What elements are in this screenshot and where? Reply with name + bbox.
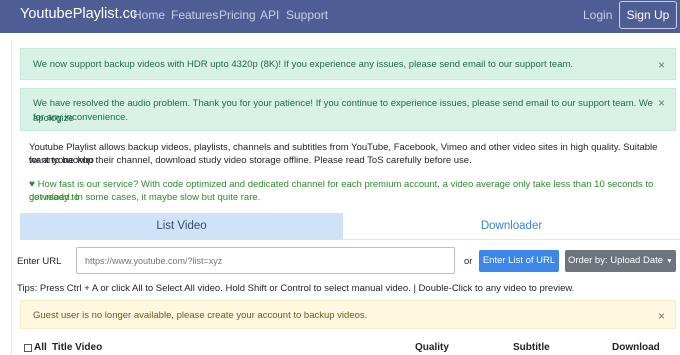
- close-icon[interactable]: ×: [658, 97, 665, 109]
- url-label: Enter URL: [17, 256, 62, 267]
- alert-hdr-text: We now support backup videos with HDR up…: [33, 59, 574, 70]
- info-line2: want to backup their channel, download s…: [29, 155, 472, 166]
- alert-audio-line2: for any inconvenience.: [33, 112, 129, 123]
- signup-button[interactable]: Sign Up: [619, 1, 677, 29]
- tips-text: Tips: Press Ctrl + A or click All to Sel…: [17, 283, 575, 294]
- select-all-checkbox[interactable]: [24, 344, 32, 352]
- order-by-label: Order by: Upload Date: [568, 255, 664, 266]
- alert-audio: We have resolved the audio problem. Than…: [20, 88, 676, 131]
- login-link[interactable]: Login: [583, 8, 612, 22]
- order-by-dropdown[interactable]: Order by: Upload Date ▼: [565, 250, 676, 272]
- speed-line2: download. In some cases, it maybe slow b…: [29, 192, 261, 203]
- col-all[interactable]: All: [34, 342, 47, 353]
- col-subtitle: Subtitle: [513, 342, 550, 353]
- alert-guest: Guest user is no longer available, pleas…: [20, 300, 676, 329]
- nav-home[interactable]: Home: [133, 8, 165, 22]
- nav-api[interactable]: API: [260, 8, 279, 22]
- nav-features[interactable]: Features: [171, 8, 218, 22]
- close-icon[interactable]: ×: [658, 59, 665, 71]
- or-label: or: [464, 256, 473, 267]
- close-icon[interactable]: ×: [658, 310, 665, 322]
- col-download: Download: [612, 342, 660, 353]
- alert-hdr: We now support backup videos with HDR up…: [20, 48, 676, 80]
- nav-support[interactable]: Support: [286, 8, 328, 22]
- tab-list-video[interactable]: List Video: [20, 213, 343, 240]
- caret-down-icon: ▼: [666, 258, 673, 265]
- enter-list-button[interactable]: Enter List of URL: [479, 250, 559, 272]
- nav-pricing[interactable]: Pricing: [219, 8, 256, 22]
- alert-guest-text: Guest user is no longer available, pleas…: [33, 310, 368, 321]
- col-quality: Quality: [415, 342, 449, 353]
- col-title: Title Video: [52, 342, 103, 353]
- url-input[interactable]: [76, 247, 455, 274]
- alert-audio-line1: We have resolved the audio problem. Than…: [33, 98, 653, 124]
- navbar: YoutubePlaylist.cc Home Features Pricing…: [0, 0, 680, 33]
- tab-downloader[interactable]: Downloader: [343, 213, 680, 240]
- brand-logo[interactable]: YoutubePlaylist.cc: [20, 6, 137, 22]
